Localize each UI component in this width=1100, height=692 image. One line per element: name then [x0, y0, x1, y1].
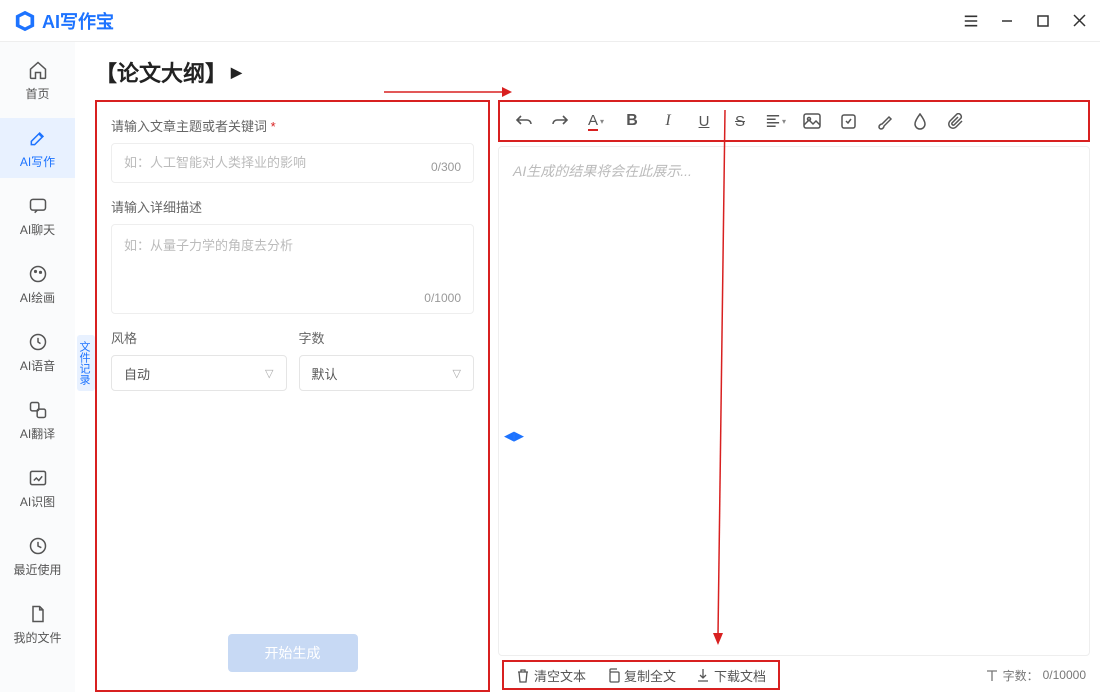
- copy-button[interactable]: 复制全文: [606, 666, 676, 685]
- palette-icon: [27, 263, 49, 285]
- sidebar-item-home[interactable]: 首页: [0, 50, 75, 110]
- sidebar-item-label: AI写作: [20, 153, 55, 170]
- sidebar-item-label: AI识图: [20, 493, 55, 510]
- history-tab[interactable]: 文件记录: [77, 335, 95, 391]
- sidebar-item-label: AI聊天: [20, 221, 55, 238]
- count-label: 字数: [299, 328, 475, 347]
- attach-icon[interactable]: [946, 111, 966, 131]
- download-button[interactable]: 下载文档: [696, 666, 766, 685]
- font-color-icon[interactable]: A▾: [586, 111, 606, 131]
- sidebar: 首页 AI写作 AI聊天 AI绘画 AI语音 AI翻译 AI识图 最近使用: [0, 42, 75, 692]
- sidebar-item-label: AI语音: [20, 357, 55, 374]
- sidebar-item-label: 我的文件: [13, 629, 61, 646]
- italic-icon[interactable]: I: [658, 111, 678, 131]
- topic-label: 请输入文章主题或者关键词 *: [111, 116, 474, 135]
- app-logo: AI写作宝: [14, 8, 114, 34]
- sidebar-item-label: AI翻译: [20, 425, 55, 442]
- bold-icon[interactable]: B: [622, 111, 642, 131]
- titlebar: AI写作宝: [0, 0, 1100, 42]
- undo-icon[interactable]: [514, 111, 534, 131]
- copy-icon: [606, 668, 620, 683]
- home-icon: [27, 59, 49, 81]
- sidebar-item-chat[interactable]: AI聊天: [0, 186, 75, 246]
- crop-icon[interactable]: [838, 111, 858, 131]
- redo-icon[interactable]: [550, 111, 570, 131]
- output-panel: A▾ B I U S ▾ AI生成的结果将会在此展示...: [498, 100, 1090, 692]
- brush-icon[interactable]: [874, 111, 894, 131]
- sidebar-item-label: AI绘画: [20, 289, 55, 306]
- sidebar-item-translate[interactable]: AI翻译: [0, 390, 75, 450]
- sidebar-item-label: 首页: [25, 85, 49, 102]
- generate-button[interactable]: 开始生成: [228, 634, 358, 672]
- detail-counter: 0/1000: [424, 291, 461, 305]
- close-button[interactable]: [1072, 14, 1086, 28]
- sidebar-item-label: 最近使用: [13, 561, 61, 578]
- actions-box: 清空文本 复制全文 下载文档: [502, 660, 780, 690]
- image-icon[interactable]: [802, 111, 822, 131]
- hamburger-icon[interactable]: [964, 14, 978, 28]
- text-icon: [985, 669, 999, 682]
- sidebar-item-files[interactable]: 我的文件: [0, 594, 75, 654]
- detail-input[interactable]: [124, 235, 461, 285]
- count-select[interactable]: 默认 ▽: [299, 355, 475, 391]
- mic-icon: [27, 331, 49, 353]
- topic-counter: 0/300: [431, 160, 461, 174]
- drop-icon[interactable]: [910, 111, 930, 131]
- file-icon: [27, 603, 49, 625]
- app-name: AI写作宝: [42, 8, 114, 34]
- align-icon[interactable]: ▾: [766, 111, 786, 131]
- maximize-button[interactable]: [1036, 14, 1050, 28]
- image-icon: [27, 467, 49, 489]
- logo-icon: [14, 10, 36, 32]
- sidebar-item-recent[interactable]: 最近使用: [0, 526, 75, 586]
- style-select[interactable]: 自动 ▽: [111, 355, 287, 391]
- clock-icon: [27, 535, 49, 557]
- editor-toolbar: A▾ B I U S ▾: [498, 100, 1090, 142]
- edit-icon: [27, 127, 49, 149]
- clear-button[interactable]: 清空文本: [516, 666, 586, 685]
- word-count: 字数： 0/10000: [985, 667, 1086, 684]
- sidebar-item-image[interactable]: AI识图: [0, 458, 75, 518]
- sidebar-item-voice[interactable]: AI语音: [0, 322, 75, 382]
- play-icon[interactable]: ▶: [231, 64, 242, 81]
- page-title: 【论文大纲】 ▶: [95, 56, 242, 88]
- underline-icon[interactable]: U: [694, 111, 714, 131]
- sidebar-item-draw[interactable]: AI绘画: [0, 254, 75, 314]
- translate-icon: [27, 399, 49, 421]
- panel-divider[interactable]: ◀▶: [504, 428, 524, 444]
- editor-area[interactable]: AI生成的结果将会在此展示...: [498, 146, 1090, 656]
- sidebar-item-write[interactable]: AI写作: [0, 118, 75, 178]
- chevron-down-icon: ▽: [453, 367, 461, 380]
- strike-icon[interactable]: S: [730, 111, 750, 131]
- minimize-button[interactable]: [1000, 14, 1014, 28]
- trash-icon: [516, 668, 530, 683]
- input-panel: 请输入文章主题或者关键词 * 0/300 请输入详细描述 0/1000 风格 自…: [95, 100, 490, 692]
- download-icon: [696, 668, 710, 683]
- detail-label: 请输入详细描述: [111, 197, 474, 216]
- topic-input[interactable]: [124, 155, 461, 170]
- chevron-down-icon: ▽: [265, 367, 273, 380]
- chat-icon: [27, 195, 49, 217]
- style-label: 风格: [111, 328, 287, 347]
